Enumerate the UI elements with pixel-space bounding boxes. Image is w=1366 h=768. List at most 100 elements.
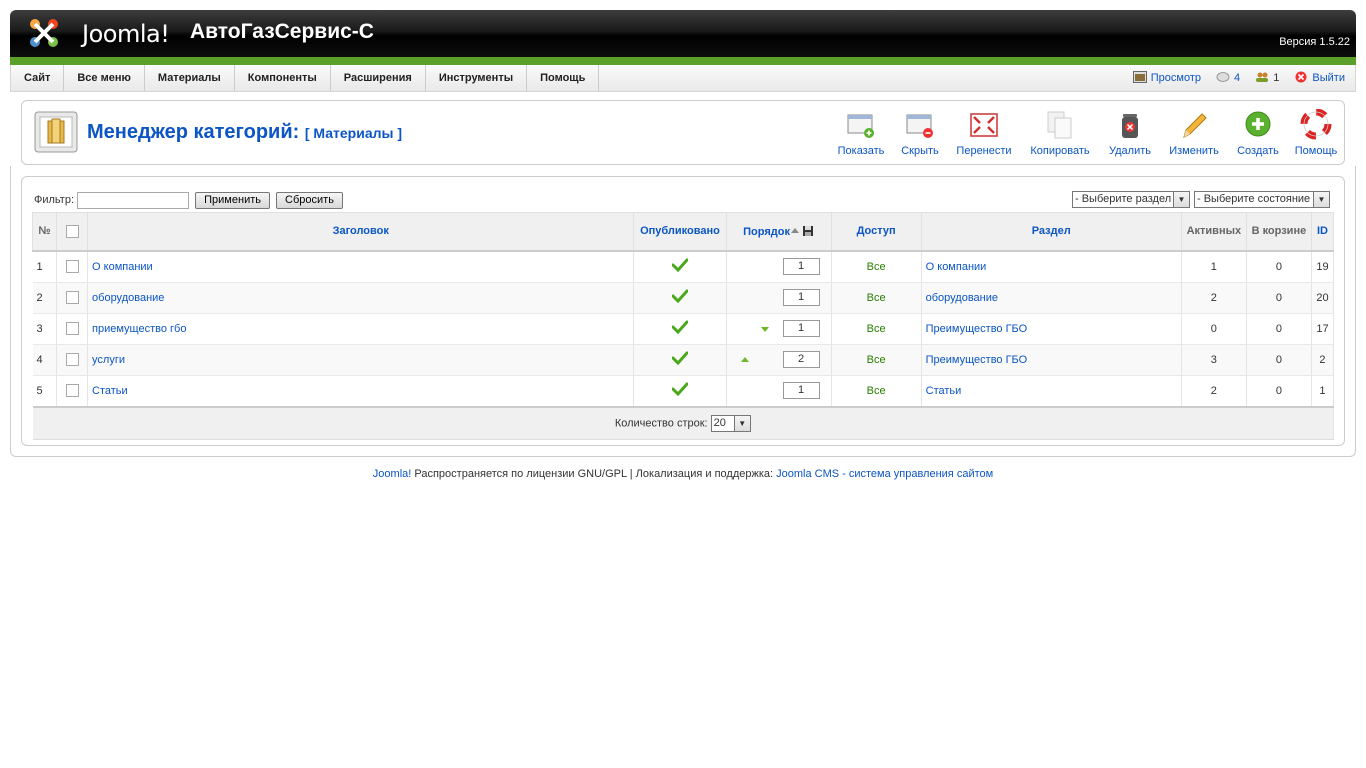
filter-input[interactable] [77,191,190,209]
section-link[interactable]: Преимущество ГБО [926,354,1028,366]
row-id: 1 [1311,375,1335,407]
row-title: оборудование [87,282,635,314]
row-checkbox[interactable] [65,384,79,397]
logout-link[interactable]: Выйти [1294,65,1345,91]
order-input[interactable]: 1 [782,288,820,306]
delete-button[interactable]: Удалить [1100,109,1160,157]
save-order-icon[interactable] [802,225,814,237]
select-all-checkbox[interactable] [65,224,79,238]
published-check-icon[interactable] [671,320,689,335]
publish-icon [847,114,874,138]
row-trash: 0 [1246,375,1312,407]
row-published [633,344,727,376]
header-published[interactable]: Опубликовано [633,212,727,252]
row-id: 17 [1311,313,1335,345]
row-order: 1 [726,250,832,283]
header-id[interactable]: ID [1310,212,1335,252]
joomla-logo[interactable]: Joomla! [26,16,176,50]
menu-item-menus[interactable]: Все меню [64,65,145,91]
table-row: 4 услуги 2 Все Преимущество ГБО 3 0 2 [32,344,1335,376]
sort-asc-icon [790,227,799,233]
header-trash: В корзине [1245,212,1312,252]
published-check-icon[interactable] [671,382,689,397]
row-id: 20 [1311,282,1335,314]
header-title[interactable]: Заголовок [87,212,635,252]
reset-filter-button[interactable]: Сбросить [276,191,343,209]
help-button[interactable]: Помощь [1286,109,1346,157]
menu-item-extensions[interactable]: Расширения [331,65,426,91]
move-button[interactable]: Перенести [954,109,1014,157]
section-select[interactable]: - Выберите раздел - ▼ [1072,191,1190,208]
users-count[interactable]: 1 [1255,65,1279,91]
section-link[interactable]: О компании [926,261,987,273]
row-active: 2 [1181,282,1247,314]
row-published [633,282,727,314]
row-checkbox[interactable] [65,260,79,273]
order-input[interactable]: 1 [782,319,820,337]
row-checkbox[interactable] [65,322,79,335]
order-input[interactable]: 2 [782,350,820,368]
row-access[interactable]: Все [831,250,922,283]
row-published [633,250,727,283]
order-input[interactable]: 1 [782,257,820,275]
joomla-link[interactable]: Joomla! [373,468,412,480]
order-input[interactable]: 1 [782,381,820,399]
logout-icon [1295,71,1307,83]
category-title-link[interactable]: Статьи [92,385,128,397]
main-menu: Сайт Все меню Материалы Компоненты Расши… [10,65,1356,92]
row-active: 0 [1181,313,1247,345]
section-link[interactable]: Преимущество ГБО [926,323,1028,335]
categories-table: № Заголовок Опубликовано Порядок Доступ … [31,212,1335,440]
copy-button[interactable]: Копировать [1030,109,1090,157]
category-title-link[interactable]: услуги [92,354,125,366]
category-title-link[interactable]: О компании [92,261,153,273]
edit-button[interactable]: Изменить [1164,109,1224,157]
lifebuoy-icon [1300,109,1332,140]
support-link[interactable]: Joomla CMS - система управления сайтом [776,468,993,480]
menu-item-content[interactable]: Материалы [145,65,235,91]
published-check-icon[interactable] [671,351,689,366]
row-order: 1 [726,313,832,345]
row-number: 3 [32,313,58,345]
publish-button[interactable]: Показать [831,109,891,157]
header-access[interactable]: Доступ [830,212,922,252]
chevron-down-icon: ▼ [1173,192,1189,207]
category-title-link[interactable]: приемущество гбо [92,323,186,335]
order-sort-link[interactable]: Порядок [743,226,790,238]
menu-item-site[interactable]: Сайт [11,65,65,91]
row-checkbox-cell [56,250,89,283]
row-access[interactable]: Все [831,375,922,407]
row-access[interactable]: Все [831,313,922,345]
messages-count[interactable]: 4 [1216,65,1240,91]
menu-item-components[interactable]: Компоненты [235,65,331,91]
row-order: 2 [726,344,832,376]
pencil-icon [1183,113,1207,138]
site-title: АвтоГазСервис-С [190,20,374,43]
section-link[interactable]: оборудование [926,292,998,304]
published-check-icon[interactable] [671,258,689,273]
page-title: Менеджер категорий: [ Материалы ] [87,121,403,143]
row-checkbox[interactable] [65,291,79,304]
row-access[interactable]: Все [831,282,922,314]
apply-filter-button[interactable]: Применить [195,191,270,209]
move-up-icon[interactable] [740,356,749,362]
category-title-link[interactable]: оборудование [92,292,164,304]
unpublish-icon [906,114,933,138]
row-access[interactable]: Все [831,344,922,376]
unpublish-button[interactable]: Скрыть [890,109,950,157]
section-link[interactable]: Статьи [926,385,962,397]
messages-icon [1216,72,1230,82]
move-down-icon[interactable] [760,326,769,332]
state-select[interactable]: - Выберите состояние - ▼ [1194,191,1330,208]
menu-item-help[interactable]: Помощь [527,65,600,91]
new-button[interactable]: Создать [1228,109,1288,157]
row-number: 4 [32,344,58,376]
menu-item-tools[interactable]: Инструменты [426,65,528,91]
limit-select[interactable]: 20 ▼ [710,414,751,432]
row-trash: 0 [1246,313,1312,345]
published-check-icon[interactable] [671,289,689,304]
preview-link[interactable]: Просмотр [1132,65,1201,91]
header-section[interactable]: Раздел [920,212,1182,252]
row-checkbox-cell [56,313,89,345]
row-checkbox[interactable] [65,353,79,366]
